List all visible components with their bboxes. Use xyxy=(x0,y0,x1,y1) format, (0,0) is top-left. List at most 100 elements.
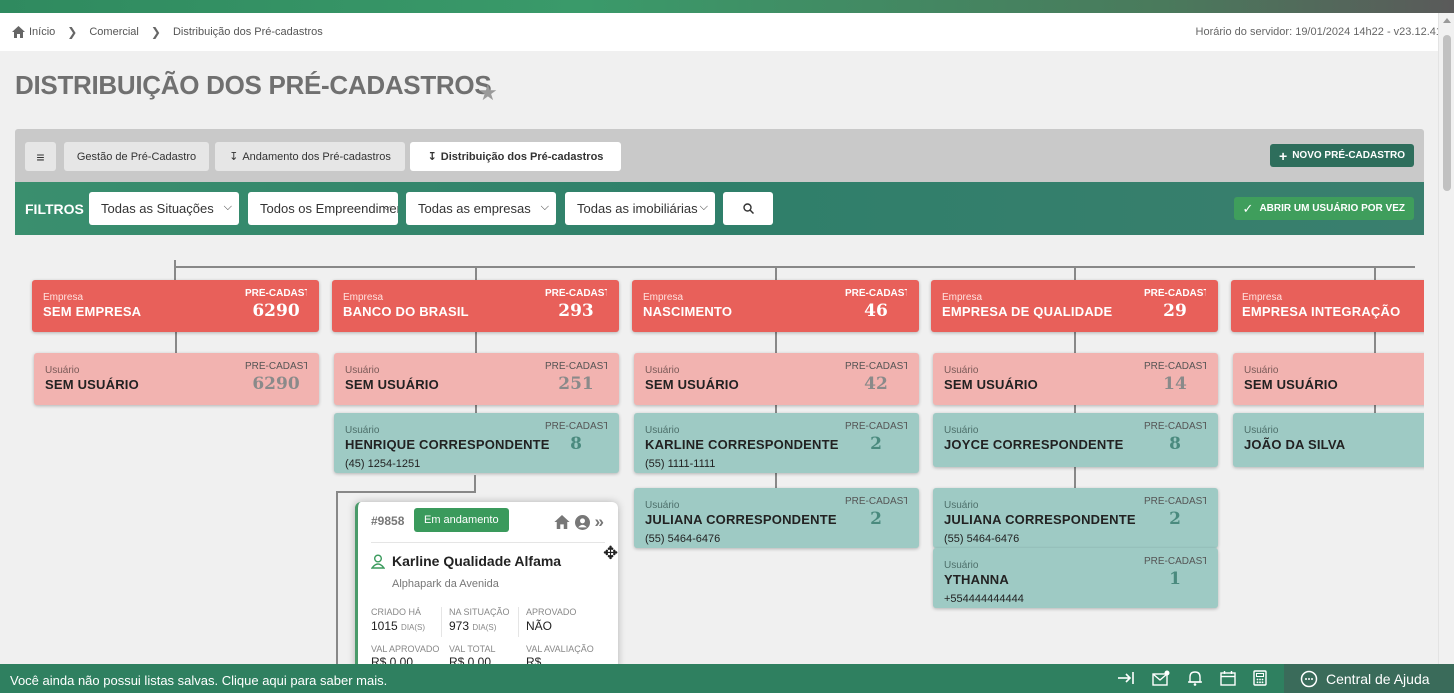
breadcrumb-item-comercial[interactable]: Comercial xyxy=(89,26,139,38)
usuario-name: SEM USUÁRIO xyxy=(345,377,439,392)
stat-label: VAL AVALIAÇÃO xyxy=(526,644,594,654)
situacao-select[interactable]: Todas as Situações ⌵ xyxy=(89,192,239,225)
usuario-label: Usuário xyxy=(345,365,380,376)
empresa-count: 293 xyxy=(558,301,594,321)
tree-connector xyxy=(174,260,176,280)
footer-bar: Você ainda não possui listas salvas. Cli… xyxy=(0,664,1454,693)
imobiliaria-select[interactable]: Todas as imobiliárias ⌵ xyxy=(565,192,715,225)
usuario-card[interactable]: UsuárioKARLINE CORRESPONDENTE PRÉ-CADASTR… xyxy=(634,413,919,473)
count-label: PRÉ-CADASTROS xyxy=(545,361,607,372)
sort-icon: ↧ xyxy=(427,151,437,163)
hamburger-icon: ≡ xyxy=(36,148,45,165)
page-scrollbar[interactable] xyxy=(1438,13,1454,664)
new-pre-cadastro-button[interactable]: + NOVO PRÉ-CADASTRO xyxy=(1270,144,1414,167)
count-label: PRÉ-CADASTROS xyxy=(1144,496,1206,507)
empresa-card[interactable]: EmpresaNASCIMENTO PRÉ-CADASTROS 46 xyxy=(632,280,919,332)
breadcrumb-item-current: Distribuição dos Pré-cadastros xyxy=(172,26,323,38)
usuario-count: 2 xyxy=(870,434,882,454)
usuario-card[interactable]: UsuárioJOYCE CORRESPONDENTE PRÉ-CADASTROS… xyxy=(933,413,1218,467)
empresa-count: 46 xyxy=(864,301,888,321)
stat-label: VAL APROVADO xyxy=(371,644,440,654)
search-button[interactable] xyxy=(723,192,773,225)
empresa-card[interactable]: EmpresaBANCO DO BRASIL PRÉ-CADASTROS 293 xyxy=(332,280,619,332)
stat-value: NÃO xyxy=(526,619,553,633)
usuario-name: SEM USUÁRIO xyxy=(1244,377,1338,392)
tabs-bar: ≡ Gestão de Pré-Cadastro ↧ Andamento dos … xyxy=(15,129,1424,182)
filter-bar: FILTROS Todas as Situações ⌵ Todos os Emp… xyxy=(15,182,1424,235)
page-title: DISTRIBUIÇÃO DOS PRÉ-CADASTROS xyxy=(15,70,492,100)
empresa-name: EMPRESA DE QUALIDADE xyxy=(942,304,1113,319)
sem-usuario-card[interactable]: UsuárioSEM USUÁRIOPRÉ-CADASTROS xyxy=(1233,353,1424,405)
sort-icon: ↧ xyxy=(229,151,239,163)
tab-distribuicao[interactable]: ↧ Distribuição dos Pré-cadastros xyxy=(410,142,621,171)
empresa-count: 6290 xyxy=(252,301,300,321)
bell-icon[interactable] xyxy=(1187,670,1203,686)
usuario-label: Usuário xyxy=(1244,365,1279,376)
empresa-card[interactable]: EmpresaEMPRESA DE QUALIDADE PRÉ-CADASTROS… xyxy=(931,280,1218,332)
usuario-card[interactable]: UsuárioJULIANA CORRESPONDENTE PRÉ-CADASTR… xyxy=(933,488,1218,548)
chevron-down-icon: ⌵ xyxy=(223,201,232,213)
usuario-label: Usuário xyxy=(45,365,80,376)
usuario-name: HENRIQUE CORRESPONDENTE xyxy=(345,437,550,452)
move-cursor-icon: ✥ xyxy=(603,543,619,563)
count-label: PRÉ-CADASTROS xyxy=(545,421,607,432)
usuario-card[interactable]: UsuárioJULIANA CORRESPONDENTE PRÉ-CADASTR… xyxy=(634,488,919,548)
usuario-card[interactable]: UsuárioJOÃO DA SILVAPRÉ-CADASTROS xyxy=(1233,413,1424,467)
usuario-card[interactable]: Usuário HENRIQUE CORRESPONDENTE PRÉ-CADAST… xyxy=(334,413,619,473)
count-label: PRÉ-CADASTROS xyxy=(845,421,907,432)
chevron-down-icon: ⌵ xyxy=(699,201,708,213)
person-icon xyxy=(371,554,385,569)
usuario-count: 2 xyxy=(1169,509,1181,529)
menu-toggle-button[interactable]: ≡ xyxy=(25,142,56,171)
sem-usuario-card[interactable]: UsuárioSEM USUÁRIO PRÉ-CADASTROS 251 xyxy=(334,353,619,405)
sem-usuario-card[interactable]: UsuárioSEM USUÁRIO PRÉ-CADASTROS 14 xyxy=(933,353,1218,405)
help-center-button[interactable]: Central de Ajuda xyxy=(1284,664,1454,693)
stat-value: 1015 DIA(S) xyxy=(371,619,426,633)
usuario-label: Usuário xyxy=(645,425,680,436)
breadcrumb-home[interactable]: Início xyxy=(12,26,55,38)
empresa-card[interactable]: EmpresaSEM EMPRESA PRÉ-CADASTROS 6290 xyxy=(32,280,319,332)
count-label: PRÉ-CADASTROS xyxy=(545,288,607,299)
empresa-label: Empresa xyxy=(43,292,84,303)
chevron-down-icon: ⌵ xyxy=(540,201,549,213)
tab-gestao[interactable]: Gestão de Pré-Cadastro xyxy=(64,142,209,171)
tree-connector xyxy=(1374,266,1376,280)
pre-cadastro-popup-card[interactable]: #9858 Em andamento » Karline Qualidade A… xyxy=(355,502,618,672)
project-name: Alphapark da Avenida xyxy=(392,578,499,590)
double-chevron-right-icon[interactable]: » xyxy=(595,512,604,532)
empresa-card[interactable]: EmpresaEMPRESA INTEGRAÇÃOPRÉ-CADASTROS xyxy=(1231,280,1424,332)
favorite-star-icon[interactable]: ★ xyxy=(478,80,498,106)
sem-usuario-card[interactable]: UsuárioSEM USUÁRIO PRÉ-CADASTROS 6290 xyxy=(34,353,319,405)
saved-lists-message[interactable]: Você ainda não possui listas salvas. Cli… xyxy=(10,673,387,688)
home-icon xyxy=(12,26,25,38)
usuario-count: 8 xyxy=(1169,434,1181,454)
tab-andamento[interactable]: ↧ Andamento dos Pré-cadastros xyxy=(215,142,405,171)
calculator-icon[interactable] xyxy=(1253,670,1267,686)
filters-label: FILTROS xyxy=(25,201,84,217)
usuario-phone: (55) 1111-1111 xyxy=(645,458,716,470)
usuario-card[interactable]: UsuárioYTHANNA PRÉ-CADASTROS 1 +55444444444… xyxy=(933,548,1218,608)
empresa-name: BANCO DO BRASIL xyxy=(343,304,469,319)
home-icon[interactable] xyxy=(553,515,570,529)
sem-usuario-card[interactable]: UsuárioSEM USUÁRIO PRÉ-CADASTROS 42 xyxy=(634,353,919,405)
empresa-label: Empresa xyxy=(942,292,983,303)
user-circle-icon[interactable] xyxy=(574,514,590,530)
exit-arrow-icon[interactable] xyxy=(1117,670,1135,686)
stat-label: CRIADO HÁ xyxy=(371,607,422,617)
tree-connector xyxy=(336,491,476,493)
empreendimento-select[interactable]: Todos os Empreendimentos⌵ xyxy=(248,192,398,225)
mail-star-icon[interactable] xyxy=(1152,670,1170,686)
chevron-down-icon: ⌵ xyxy=(382,201,391,213)
tree-connector xyxy=(1074,266,1076,280)
calendar-icon[interactable] xyxy=(1220,670,1236,686)
stat-value: 973 DIA(S) xyxy=(449,619,497,633)
stat-label: APROVADO xyxy=(526,607,577,617)
usuario-name: JOYCE CORRESPONDENTE xyxy=(944,437,1124,452)
one-user-at-a-time-button[interactable]: ✓ ABRIR UM USUÁRIO POR VEZ xyxy=(1233,197,1414,220)
tree-connector xyxy=(175,266,1415,268)
empresa-select[interactable]: Todas as empresas ⌵ xyxy=(406,192,556,225)
empresa-label: Empresa xyxy=(1242,292,1283,303)
usuario-label: Usuário xyxy=(1244,425,1279,436)
plus-icon: + xyxy=(1279,147,1288,164)
stat-label: VAL TOTAL xyxy=(449,644,496,654)
